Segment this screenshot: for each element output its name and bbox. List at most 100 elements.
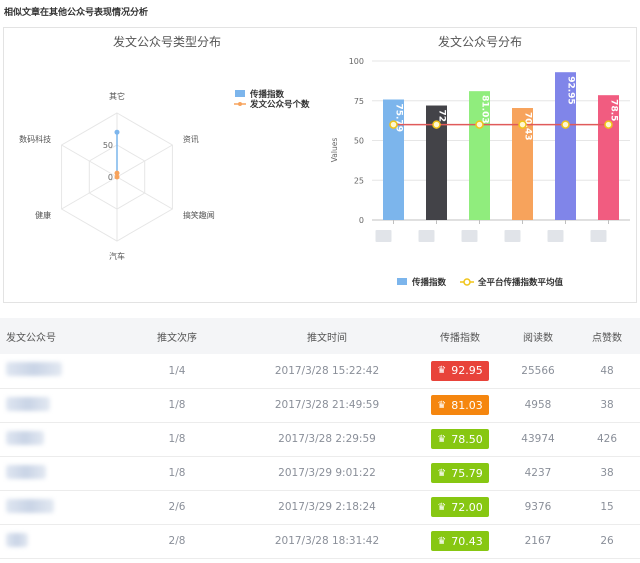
bar-chart: 发文公众号分布 Values 0255075100 75.79 72 81.0370… bbox=[330, 34, 630, 288]
cell-order: 1/8 bbox=[118, 422, 236, 457]
table-row[interactable]: 1/8 2017/3/28 21:49:59 ♛ 81.03 4958 38 bbox=[0, 388, 640, 423]
column-header-reads[interactable]: 阅读数 bbox=[502, 318, 574, 354]
average-marker-5 bbox=[604, 120, 613, 129]
bar-legend-label-spread: 传播指数 bbox=[411, 277, 447, 288]
score-badge: ♛ 81.03 bbox=[431, 395, 489, 415]
cell-account[interactable] bbox=[0, 388, 118, 423]
cell-score: ♛ 72.00 bbox=[418, 490, 502, 525]
radar-tick-1: 50 bbox=[103, 141, 113, 150]
average-marker-1 bbox=[432, 120, 441, 129]
radar-axis-label-3: 汽车 bbox=[109, 251, 125, 261]
cell-reads: 2167 bbox=[502, 524, 574, 559]
table-row[interactable]: 1/8 2017/3/28 2:29:59 ♛ 78.50 43974 426 bbox=[0, 422, 640, 457]
bar-legend-marker bbox=[463, 278, 471, 286]
table-row[interactable]: 1/8 2017/3/29 9:01:22 ♛ 75.79 4237 38 bbox=[0, 456, 640, 491]
blurred-account-name bbox=[6, 498, 54, 513]
blurred-category-4 bbox=[547, 230, 564, 242]
radar-axis-label-4: 健康 bbox=[35, 210, 51, 220]
cell-order: 1/8 bbox=[118, 388, 236, 423]
average-marker-0 bbox=[389, 120, 398, 129]
column-header-likes[interactable]: 点赞数 bbox=[574, 318, 640, 354]
blurred-account-name bbox=[6, 430, 44, 445]
blurred-account-name bbox=[6, 362, 62, 377]
column-header-score[interactable]: 传播指数 bbox=[418, 318, 502, 354]
cell-likes: 38 bbox=[574, 388, 640, 423]
bar-bars: 75.79 72 81.0370.4392.9578.5 bbox=[383, 72, 619, 221]
radar-axis-label-1: 资讯 bbox=[183, 134, 199, 144]
cell-time: 2017/3/28 2:29:59 bbox=[236, 422, 418, 457]
score-value: 92.95 bbox=[451, 364, 483, 378]
table-row[interactable]: 2/8 2017/3/28 18:31:42 ♛ 70.43 2167 26 bbox=[0, 524, 640, 559]
cell-account[interactable] bbox=[0, 490, 118, 525]
cell-account[interactable] bbox=[0, 354, 118, 389]
score-badge: ♛ 92.95 bbox=[431, 360, 489, 381]
cell-order: 2/8 bbox=[118, 524, 236, 559]
score-value: 72.00 bbox=[451, 500, 483, 514]
score-value: 81.03 bbox=[451, 398, 483, 412]
bar-ytick-2: 50 bbox=[354, 137, 364, 146]
table-row[interactable]: 1/4 2017/3/28 15:22:42 ♛ 92.95 25566 48 bbox=[0, 354, 640, 389]
table-row[interactable]: 2/6 2017/3/29 2:18:24 ♛ 72.00 9376 15 bbox=[0, 490, 640, 525]
chart-panel: 发文公众号类型分布 0 50 其它资讯搞笑趣闻汽车 健康 数码科技 传播指数 发文公众… bbox=[3, 27, 637, 303]
score-badge: ♛ 72.00 bbox=[431, 497, 489, 517]
cell-reads: 9376 bbox=[502, 490, 574, 525]
trophy-icon: ♛ bbox=[437, 399, 447, 411]
bar-title: 发文公众号分布 bbox=[438, 34, 522, 49]
blurred-category-5 bbox=[590, 230, 607, 242]
average-marker-3 bbox=[518, 120, 527, 129]
cell-likes: 38 bbox=[574, 456, 640, 491]
cell-reads: 4958 bbox=[502, 388, 574, 423]
cell-account[interactable] bbox=[0, 456, 118, 491]
blurred-account-name bbox=[6, 532, 28, 547]
blurred-account-name bbox=[6, 464, 46, 479]
cell-likes: 26 bbox=[574, 524, 640, 559]
cell-time: 2017/3/29 2:18:24 bbox=[236, 490, 418, 525]
table-body: 1/4 2017/3/28 15:22:42 ♛ 92.95 25566 48 1/8 201… bbox=[0, 354, 640, 559]
page-title: 相似文章在其他公众号表现情况分析 bbox=[4, 8, 149, 18]
cell-score: ♛ 78.50 bbox=[418, 422, 502, 457]
legend-label-spread: 传播指数 bbox=[249, 89, 285, 100]
blurred-category-1 bbox=[418, 230, 435, 242]
bar-value-label-1: 72 bbox=[437, 110, 447, 123]
cell-time: 2017/3/28 15:22:42 bbox=[236, 354, 418, 389]
legend-swatch-spread bbox=[235, 90, 245, 97]
bar-ytick-4: 100 bbox=[349, 57, 364, 66]
column-header-time[interactable]: 推文时间 bbox=[236, 318, 418, 354]
trophy-icon: ♛ bbox=[437, 433, 447, 445]
radar-axis-label-5: 数码科技 bbox=[19, 134, 51, 144]
article-table: 发文公众号 推文次序 推文时间 传播指数 阅读数 点赞数 1/4 2017/3/2… bbox=[0, 318, 640, 559]
cell-time: 2017/3/28 18:31:42 bbox=[236, 524, 418, 559]
cell-reads: 25566 bbox=[502, 354, 574, 389]
score-badge: ♛ 78.50 bbox=[431, 429, 489, 449]
bar-value-label-4: 92.95 bbox=[566, 76, 576, 104]
average-marker-4 bbox=[561, 120, 570, 129]
column-header-account[interactable]: 发文公众号 bbox=[0, 318, 118, 354]
cell-likes: 48 bbox=[574, 354, 640, 389]
cell-score: ♛ 92.95 bbox=[418, 354, 502, 389]
score-badge: ♛ 70.43 bbox=[431, 531, 489, 551]
bar-ytick-0: 0 bbox=[359, 216, 364, 225]
cell-reads: 43974 bbox=[502, 422, 574, 457]
radar-point-0-0 bbox=[114, 129, 120, 135]
bar-value-label-2: 81.03 bbox=[480, 95, 490, 123]
radar-title: 发文公众号类型分布 bbox=[113, 34, 221, 49]
cell-score: ♛ 70.43 bbox=[418, 524, 502, 559]
score-value: 78.50 bbox=[451, 432, 483, 446]
trophy-icon: ♛ bbox=[437, 467, 447, 479]
charts-svg: 发文公众号类型分布 0 50 其它资讯搞笑趣闻汽车 健康 数码科技 传播指数 发文公众… bbox=[19, 34, 630, 288]
radar-legend[interactable]: 传播指数 发文公众号个数 bbox=[234, 89, 310, 110]
bar-legend[interactable]: 传播指数 全平台传播指数平均值 bbox=[397, 277, 564, 288]
column-header-order[interactable]: 推文次序 bbox=[118, 318, 236, 354]
score-badge: ♛ 75.79 bbox=[431, 463, 489, 483]
radar-axis-label-2: 搞笑趣闻 bbox=[183, 210, 215, 220]
cell-account[interactable] bbox=[0, 422, 118, 457]
blurred-category-0 bbox=[375, 230, 392, 242]
table-header-row: 发文公众号 推文次序 推文时间 传播指数 阅读数 点赞数 bbox=[0, 318, 640, 354]
cell-account[interactable] bbox=[0, 524, 118, 559]
blurred-category-3 bbox=[504, 230, 521, 242]
legend-marker-count bbox=[238, 102, 242, 106]
radar-axis-label-0: 其它 bbox=[109, 91, 125, 101]
cell-time: 2017/3/29 9:01:22 bbox=[236, 456, 418, 491]
bar-ytick-3: 75 bbox=[354, 97, 364, 106]
bar-x-categories bbox=[375, 220, 609, 242]
